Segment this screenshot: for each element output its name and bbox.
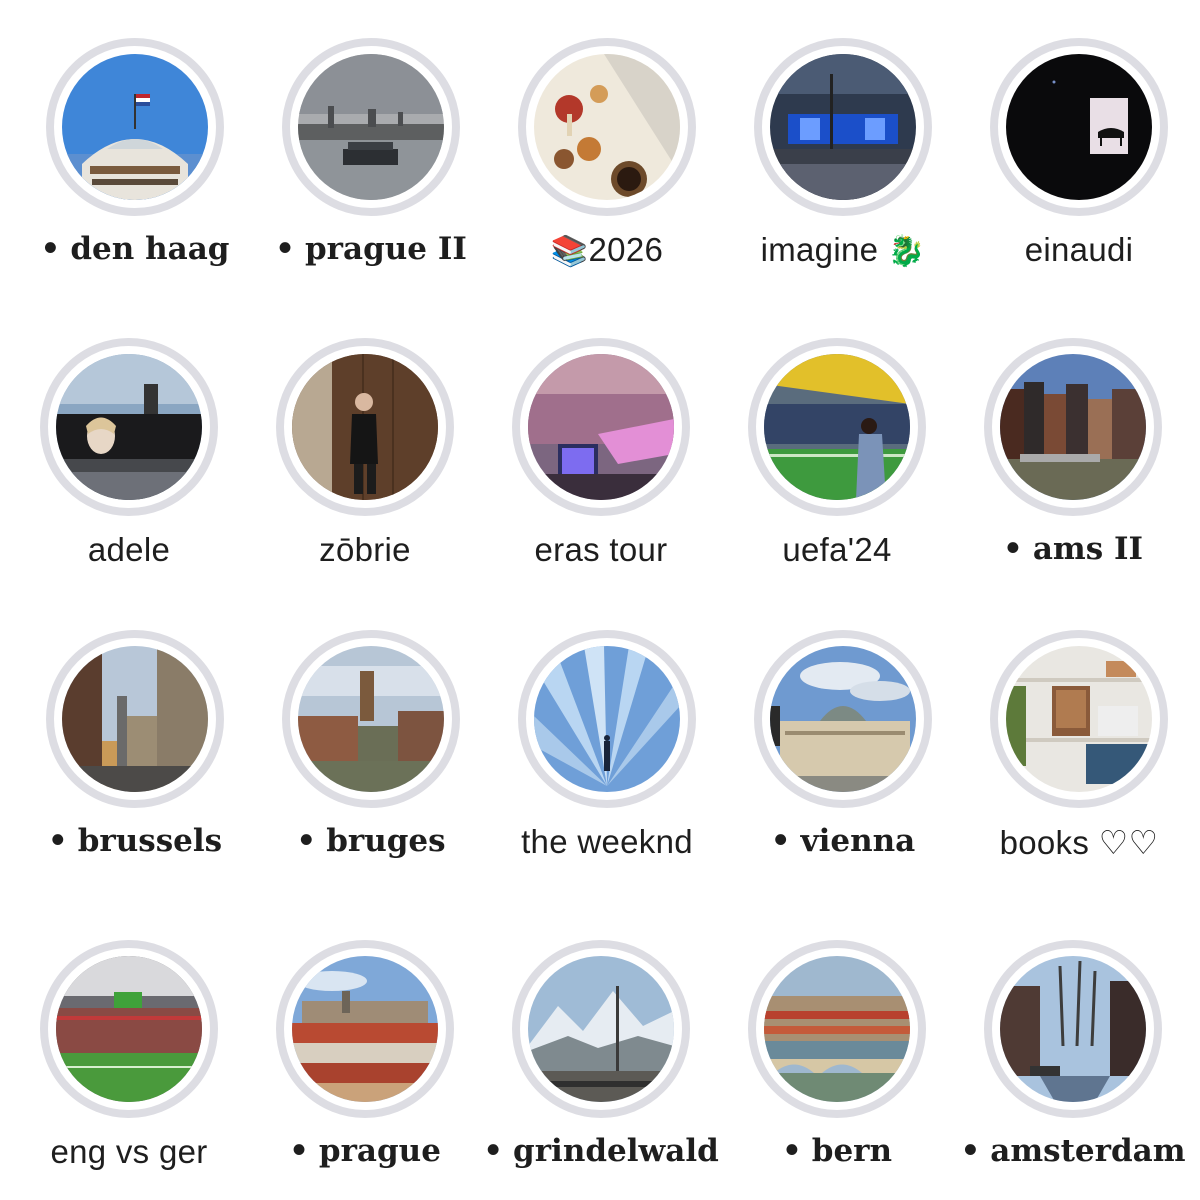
highlight-eng-vs-ger[interactable]: eng vs ger: [10, 940, 250, 1200]
highlight-ring: [512, 940, 690, 1118]
highlight-label: imagine 🐉: [760, 231, 926, 269]
belfry-canal-icon: [298, 646, 444, 792]
highlight-adele[interactable]: adele: [10, 338, 250, 598]
highlight-label: • prague II: [275, 231, 467, 267]
mushroom-book-icon: [534, 54, 680, 200]
highlight-ring: [984, 940, 1162, 1118]
canal-trees-icon: [1000, 956, 1146, 1102]
street-buildings-icon: [62, 646, 208, 792]
light-rays-icon: [534, 646, 680, 792]
mirror-selfie-icon: [292, 354, 438, 500]
highlight-label: uefa'24: [782, 531, 892, 568]
highlight-label: • bruges: [296, 823, 446, 859]
highlight-einaudi[interactable]: einaudi: [960, 38, 1200, 298]
highlight-the-weeknd[interactable]: the weeknd: [488, 630, 728, 890]
bookshelf-icon: [1006, 646, 1152, 792]
highlight-label: einaudi: [1024, 231, 1134, 268]
highlight-ams-ii[interactable]: • ams II: [954, 338, 1194, 598]
snowy-mountains-icon: [528, 956, 674, 1102]
highlight-ring: [748, 338, 926, 516]
highlight-ring: [40, 338, 218, 516]
highlight-label: • brussels: [47, 823, 223, 859]
highlight-ring: [748, 940, 926, 1118]
highlight-2026[interactable]: 📚2026: [488, 38, 728, 298]
highlight-ring: [990, 630, 1168, 808]
highlight-bruges[interactable]: • bruges: [252, 630, 492, 890]
highlight-ring: [984, 338, 1162, 516]
highlight-zobrie[interactable]: zōbrie: [246, 338, 486, 598]
highlight-vienna[interactable]: • vienna: [724, 630, 964, 890]
highlight-bern[interactable]: • bern: [718, 940, 958, 1200]
highlight-label: • bern: [781, 1133, 893, 1169]
highlight-ring: [46, 630, 224, 808]
highlight-eras-tour[interactable]: eras tour: [482, 338, 722, 598]
highlights-grid: • den haag • prague II 📚2026 imagine 🐉 e…: [0, 0, 1200, 1200]
highlight-label: • prague: [289, 1133, 441, 1169]
highlight-label: adele: [87, 531, 171, 568]
highlight-label: • amsterdam: [960, 1133, 1186, 1169]
highlight-ring: [754, 38, 932, 216]
highlight-den-haag[interactable]: • den haag: [16, 38, 256, 298]
river-city-icon: [298, 54, 444, 200]
highlight-ring: [276, 940, 454, 1118]
highlight-imagine[interactable]: imagine 🐉: [724, 38, 964, 298]
highlight-ring: [518, 630, 696, 808]
highlight-label: eng vs ger: [50, 1133, 208, 1170]
red-rooftops-icon: [292, 956, 438, 1102]
highlight-ring: [282, 630, 460, 808]
stadium-pitch-icon: [56, 956, 202, 1102]
highlight-prague-ii[interactable]: • prague II: [252, 38, 492, 298]
highlight-label: books ♡♡: [999, 824, 1159, 861]
piano-screen-icon: [1006, 54, 1152, 200]
highlight-brussels[interactable]: • brussels: [16, 630, 256, 890]
highlight-ring: [46, 38, 224, 216]
river-bridge-icon: [764, 956, 910, 1102]
highlight-label: zōbrie: [319, 531, 411, 568]
highlight-label: 📚2026: [550, 231, 664, 269]
football-stadium-icon: [764, 354, 910, 500]
highlight-books[interactable]: books ♡♡: [960, 630, 1200, 890]
highlight-label: the weeknd: [521, 823, 693, 860]
highlight-ring: [282, 38, 460, 216]
concert-stage-icon: [770, 54, 916, 200]
dragon-emoji-icon: 🐉: [887, 234, 926, 269]
highlight-label: • vienna: [770, 823, 916, 859]
highlight-uefa24[interactable]: uefa'24: [718, 338, 958, 598]
canal-houses-icon: [1000, 354, 1146, 500]
museum-building-icon: [770, 646, 916, 792]
highlight-ring: [40, 940, 218, 1118]
highlight-label: eras tour: [534, 531, 668, 568]
highlight-ring: [512, 338, 690, 516]
concert-screen-icon: [56, 354, 202, 500]
highlight-label: • ams II: [1003, 531, 1143, 567]
highlight-amsterdam[interactable]: • amsterdam: [954, 940, 1194, 1200]
highlight-label: • grindelwald: [483, 1133, 719, 1169]
dome-building-icon: [62, 54, 208, 200]
highlight-ring: [276, 338, 454, 516]
highlight-ring: [518, 38, 696, 216]
highlight-label: • den haag: [40, 231, 230, 267]
highlight-prague[interactable]: • prague: [246, 940, 486, 1200]
highlight-ring: [754, 630, 932, 808]
highlight-ring: [990, 38, 1168, 216]
stadium-stage-icon: [528, 354, 674, 500]
highlight-grindelwald[interactable]: • grindelwald: [482, 940, 722, 1200]
books-emoji-icon: 📚: [550, 234, 589, 269]
